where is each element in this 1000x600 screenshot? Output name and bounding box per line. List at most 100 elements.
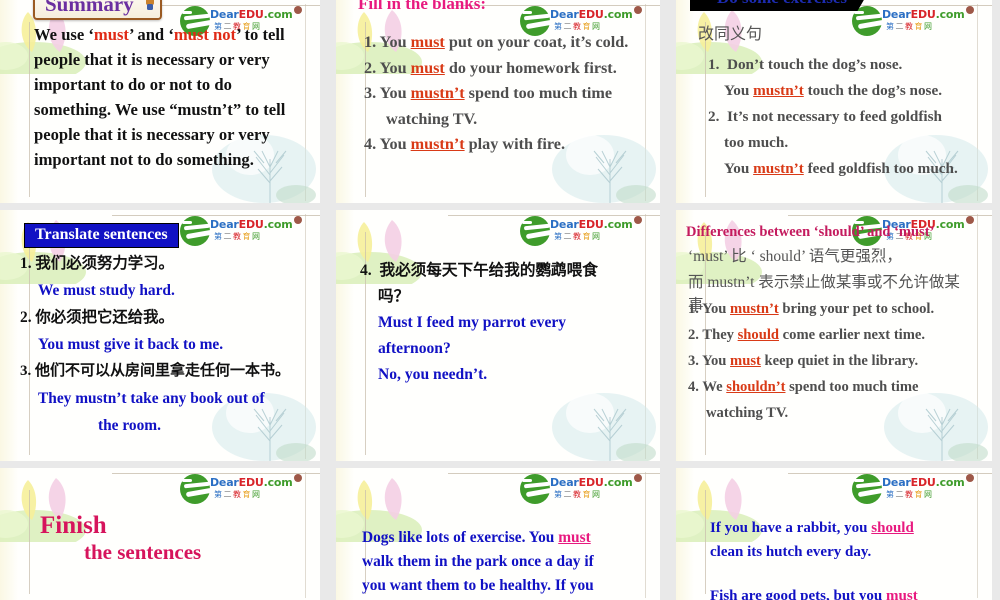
- dearedu-logo: DearEDU.com 第二教育网: [520, 214, 638, 248]
- fish-line-1: Fish are good pets, but you must: [710, 584, 988, 600]
- translate-item-4-cn: 4. 我必须每天下午给我的鹦鹉喂食: [360, 262, 598, 279]
- dogs-line-1: Dogs like lots of exercise. You must: [362, 529, 591, 546]
- translate-item-2-cn: 2. 你必须把它还给我。: [20, 309, 174, 326]
- slide-surface: DearEDU.com 第二教育网 Finish the sentences: [0, 468, 320, 600]
- slide-title-differences: Differences between ‘should’ and ‘must’: [686, 224, 935, 240]
- slide-cell-fill-in-the-blanks[interactable]: DearEDU.com 第二教育网 Fill in the blanks: 1.…: [328, 0, 668, 210]
- translate-item-2-en: You must give it back to me.: [38, 336, 224, 353]
- slide-cell-translate-sentences-4[interactable]: DearEDU.com 第二教育网 4. 我必须每天下午给我的鹦鹉喂食 吗？ M…: [328, 210, 668, 468]
- translate-item-3-en: They mustn’t take any book out of: [38, 390, 265, 407]
- figure-icon: [145, 0, 154, 10]
- exercises-subtitle: 改同义句: [698, 26, 763, 43]
- answer-key: must: [886, 588, 918, 600]
- differences-cn-line-2: 而 mustn’t 表示禁止做某事或不允许做某: [688, 274, 960, 291]
- fill-item-4: 4. You mustn’t play with fire.: [364, 135, 566, 153]
- slide-surface: DearEDU.com 第二教育网 Summary We use ‘must’ …: [0, 0, 320, 203]
- do-exercises-body: 改同义句 1. Don’t touch the dog’s nose. You …: [698, 22, 986, 182]
- translate-item-3-en-cont: the room.: [98, 417, 161, 434]
- slide-surface: DearEDU.com 第二教育网 Dogs like lots of exer…: [336, 468, 660, 600]
- summary-body: We use ‘must’ and ‘must not’ to tell peo…: [34, 22, 306, 172]
- slide-surface: DearEDU.com 第二教育网 If you have a rabbit, …: [676, 468, 992, 600]
- translate-item-4-en: Must I feed my parrot every: [378, 314, 567, 331]
- rabbit-line-1: If you have a rabbit, you should: [710, 520, 914, 536]
- blank-answer: must: [410, 58, 445, 77]
- differences-cn-line-1: ‘must’ 比 ‘ should’ 语气更强烈，: [688, 248, 902, 265]
- answer-key: mustn’t: [730, 301, 779, 317]
- translate-item-3-cn: 3. 他们不可以从房间里拿走任何一本书。: [20, 363, 291, 379]
- blank-answer: must: [410, 33, 445, 51]
- slide-title-summary: Summary: [33, 0, 162, 20]
- slide-cell-rabbit-fish[interactable]: DearEDU.com 第二教育网 If you have a rabbit, …: [668, 468, 1000, 600]
- fill-blanks-body: 1. You must put on your coat, it’s cold.…: [364, 30, 652, 158]
- differences-item-4: 4. We shouldn’t spend too much time: [688, 379, 919, 395]
- slide-cell-do-some-exercises[interactable]: DearEDU.com 第二教育网 Do some exercises 改同义句…: [668, 0, 1000, 210]
- differences-item-1: 事 1. You mustn’t bring your pet to schoo…: [688, 296, 988, 322]
- slide-surface: DearEDU.com 第二教育网 4. 我必须每天下午给我的鹦鹉喂食 吗？ M…: [336, 210, 660, 461]
- tree-watermark: [552, 393, 656, 461]
- fill-item-3: 3. You mustn’t spend too much time: [364, 84, 613, 102]
- translate-item-1-cn: 1. 我们必须努力学习。: [20, 255, 174, 272]
- slide-surface: DearEDU.com 第二教育网 Translate sentences 1.…: [0, 210, 320, 461]
- slide-title-do-exercises: Do some exercises: [690, 0, 872, 11]
- red-dot-marker: [294, 6, 302, 14]
- answer-key: mustn’t: [753, 82, 804, 99]
- exercise-item-2-answer: You mustn’t feed goldfish too much.: [724, 160, 958, 177]
- highlight-must: must: [93, 25, 129, 44]
- differences-cn-line-3: 事: [688, 297, 704, 314]
- blank-answer: mustn’t: [410, 84, 465, 102]
- slide-cell-finish-the-sentences[interactable]: DearEDU.com 第二教育网 Finish the sentences: [0, 468, 328, 600]
- answer-key: should: [737, 327, 780, 343]
- answer-key: must: [730, 353, 761, 369]
- frame-line-left: [29, 22, 30, 197]
- dearedu-logo: DearEDU.com 第二教育网: [520, 472, 638, 506]
- differences-body: ‘must’ 比 ‘ should’ 语气更强烈， 而 mustn’t 表示禁止…: [688, 244, 988, 426]
- answer-key: mustn’t: [753, 160, 804, 177]
- title-text: Summary: [45, 0, 134, 16]
- translate-item-1-en: We must study hard.: [38, 282, 175, 299]
- rabbit-line-2: clean its hutch every day.: [710, 544, 872, 560]
- answer-key: should: [871, 520, 914, 536]
- slide-grid: DearEDU.com 第二教育网 Summary We use ‘must’ …: [0, 0, 1000, 600]
- slide-cell-translate-sentences[interactable]: DearEDU.com 第二教育网 Translate sentences 1.…: [0, 210, 328, 468]
- fill-item-2: 2. You must do your homework first.: [364, 58, 617, 77]
- slide-surface: DearEDU.com 第二教育网 Do some exercises 改同义句…: [676, 0, 992, 203]
- fill-item-1: 1. You must put on your coat, it’s cold.: [364, 33, 629, 51]
- left-wash: [0, 0, 18, 203]
- summary-line-4: something. We use “mustn’t” to tell: [34, 100, 286, 119]
- fill-item-3-cont: watching TV.: [386, 109, 478, 128]
- slide-cell-dogs-exercise[interactable]: DearEDU.com 第二教育网 Dogs like lots of exer…: [328, 468, 668, 600]
- finish-title-line-2: the sentences: [84, 540, 202, 564]
- rabbit-fish-body: If you have a rabbit, you should clean i…: [696, 516, 988, 600]
- highlight-must-not: must not: [173, 25, 237, 44]
- slide-cell-summary[interactable]: DearEDU.com 第二教育网 Summary We use ‘must’ …: [0, 0, 328, 210]
- summary-line-2: people that it is necessary or very: [34, 50, 270, 69]
- differences-item-4-cont: watching TV.: [706, 405, 789, 421]
- dogs-line-3: you want them to be healthy. If you: [362, 577, 594, 594]
- blank-answer: mustn’t: [410, 135, 465, 153]
- finish-sentences-body: Finish the sentences: [40, 512, 314, 565]
- dearedu-logo: DearEDU.com 第二教育网: [180, 214, 298, 248]
- dearedu-logo: DearEDU.com 第二教育网: [852, 472, 970, 506]
- differences-item-2: 2. They should come earlier next time.: [688, 327, 926, 343]
- summary-line-6: important not to do something.: [34, 150, 254, 169]
- finish-title-line-1: Finish: [40, 512, 107, 539]
- dogs-body: Dogs like lots of exercise. You must wal…: [362, 526, 654, 598]
- summary-line-5: people that it is necessary or very: [34, 125, 270, 144]
- exercise-item-2-prompt-cont: too much.: [724, 134, 789, 151]
- answer-key: shouldn’t: [726, 379, 786, 395]
- dearedu-logo: DearEDU.com 第二教育网: [180, 472, 298, 506]
- translate-body: 1. 我们必须努力学习。 We must study hard. 2. 你必须把…: [20, 250, 314, 439]
- translate-item-4-cn-cont: 吗？: [378, 288, 410, 305]
- exercise-item-2-prompt: 2. It’s not necessary to feed goldfish: [708, 108, 942, 125]
- exercise-item-1-answer: You mustn’t touch the dog’s nose.: [724, 82, 943, 99]
- slide-title-fill-blanks: Fill in the blanks:: [358, 0, 487, 13]
- dogs-line-2: walk them in the park once a day if: [362, 553, 594, 570]
- exercise-item-1-prompt: 1. Don’t touch the dog’s nose.: [708, 56, 903, 73]
- logo-brand-text: DearEDU.com: [210, 8, 293, 21]
- slide-surface: DearEDU.com 第二教育网 Differences between ‘s…: [676, 210, 992, 461]
- slide-cell-differences[interactable]: DearEDU.com 第二教育网 Differences between ‘s…: [668, 210, 1000, 468]
- slide-surface: DearEDU.com 第二教育网 Fill in the blanks: 1.…: [336, 0, 660, 203]
- translate-4-body: 4. 我必须每天下午给我的鹦鹉喂食 吗？ Must I feed my parr…: [360, 258, 654, 388]
- answer-key: must: [558, 529, 591, 546]
- slide-title-translate: Translate sentences: [24, 223, 179, 248]
